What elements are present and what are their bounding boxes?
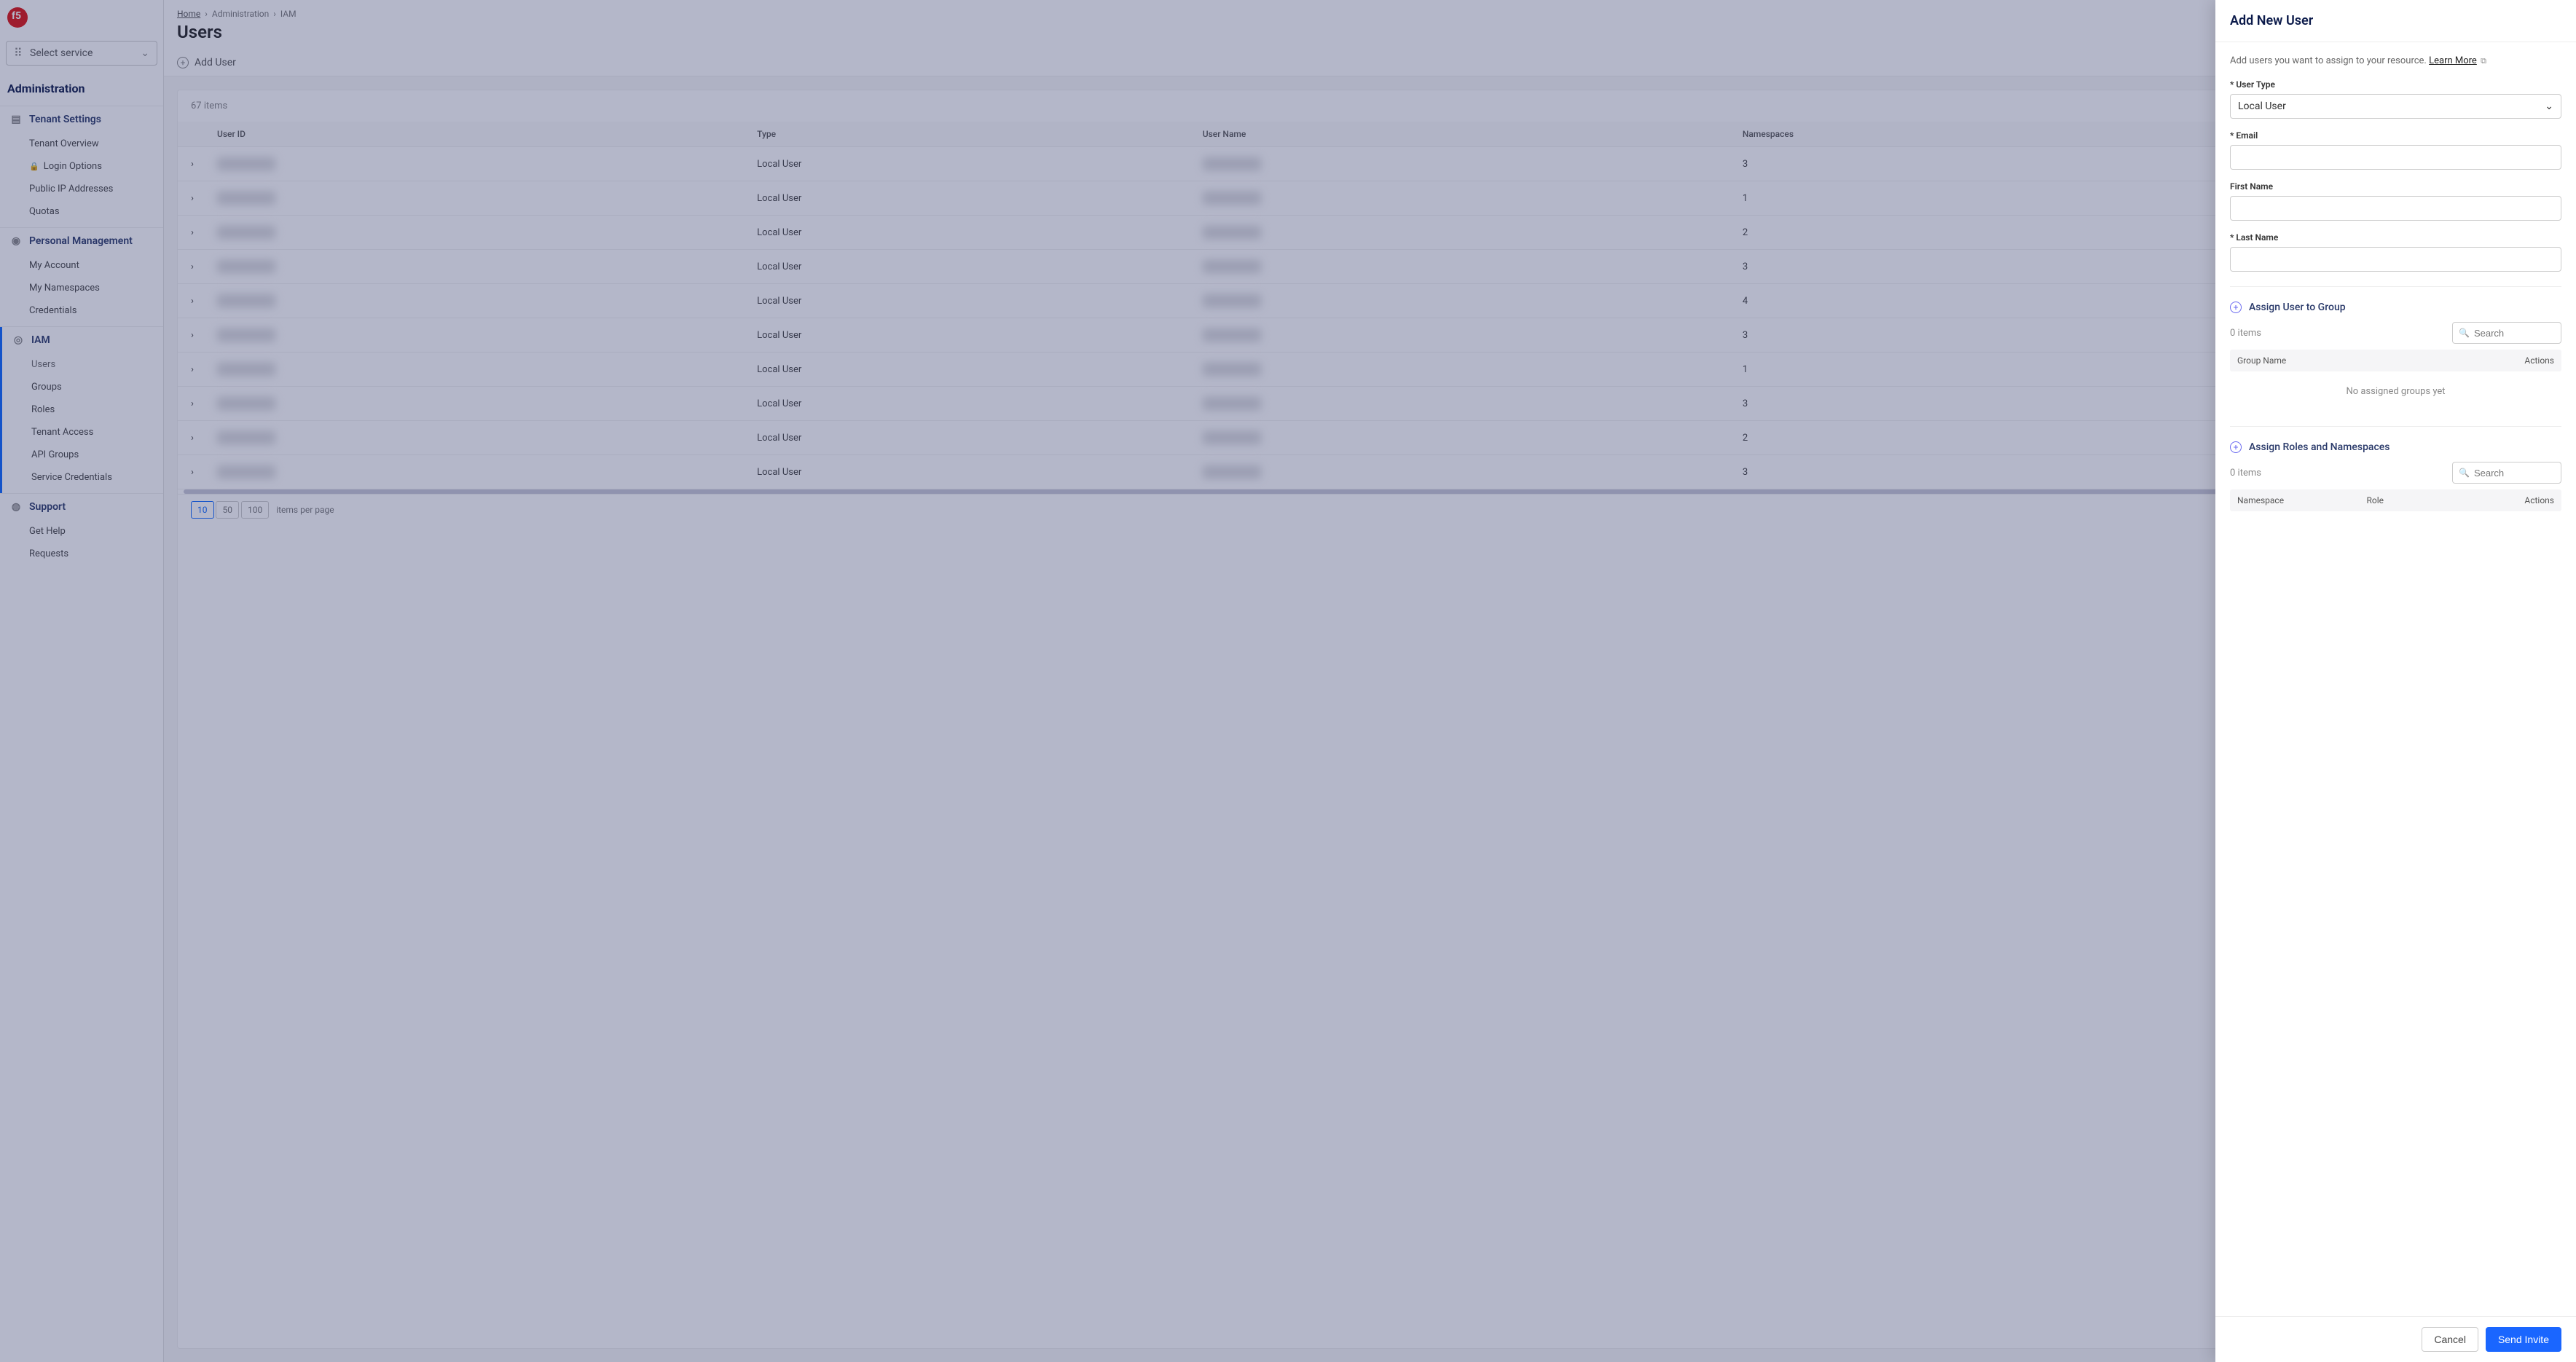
user-type-value: Local User — [2238, 101, 2286, 112]
col-namespace: Namespace — [2237, 495, 2367, 505]
cancel-button[interactable]: Cancel — [2422, 1327, 2478, 1352]
first-name-field[interactable] — [2230, 196, 2561, 221]
group-search-input[interactable] — [2474, 328, 2555, 339]
last-name-label: * Last Name — [2230, 232, 2561, 243]
no-groups-msg: No assigned groups yet — [2230, 371, 2561, 412]
search-icon — [2459, 327, 2470, 339]
modal-overlay[interactable]: Add New User Add users you want to assig… — [0, 0, 2576, 1362]
external-link-icon: ⧉ — [2481, 56, 2486, 66]
search-icon — [2459, 467, 2470, 479]
assign-group-title: Assign User to Group — [2249, 302, 2346, 313]
col-actions: Actions — [2496, 355, 2554, 366]
col-actions: Actions — [2496, 495, 2554, 505]
col-group-name: Group Name — [2237, 355, 2496, 366]
send-invite-button[interactable]: Send Invite — [2486, 1327, 2561, 1352]
chevron-down-icon: ⌄ — [2545, 101, 2553, 112]
learn-more-link[interactable]: Learn More — [2429, 55, 2477, 66]
roles-count: 0 items — [2230, 468, 2261, 479]
user-type-select[interactable]: Local User ⌄ — [2230, 94, 2561, 119]
add-group-button[interactable]: + — [2230, 302, 2242, 313]
roles-search-input[interactable] — [2474, 468, 2555, 479]
first-name-label: First Name — [2230, 181, 2561, 192]
group-count: 0 items — [2230, 328, 2261, 339]
group-search[interactable] — [2452, 322, 2561, 344]
email-label: * Email — [2230, 130, 2561, 141]
last-name-field[interactable] — [2230, 247, 2561, 272]
add-role-button[interactable]: + — [2230, 441, 2242, 453]
panel-title: Add New User — [2230, 13, 2561, 28]
user-type-label: * User Type — [2230, 79, 2561, 90]
roles-search[interactable] — [2452, 462, 2561, 484]
assign-roles-title: Assign Roles and Namespaces — [2249, 441, 2390, 453]
email-field[interactable] — [2230, 145, 2561, 170]
panel-helper-text: Add users you want to assign to your res… — [2230, 55, 2427, 66]
col-role: Role — [2367, 495, 2497, 505]
add-user-panel: Add New User Add users you want to assig… — [2215, 0, 2576, 1362]
